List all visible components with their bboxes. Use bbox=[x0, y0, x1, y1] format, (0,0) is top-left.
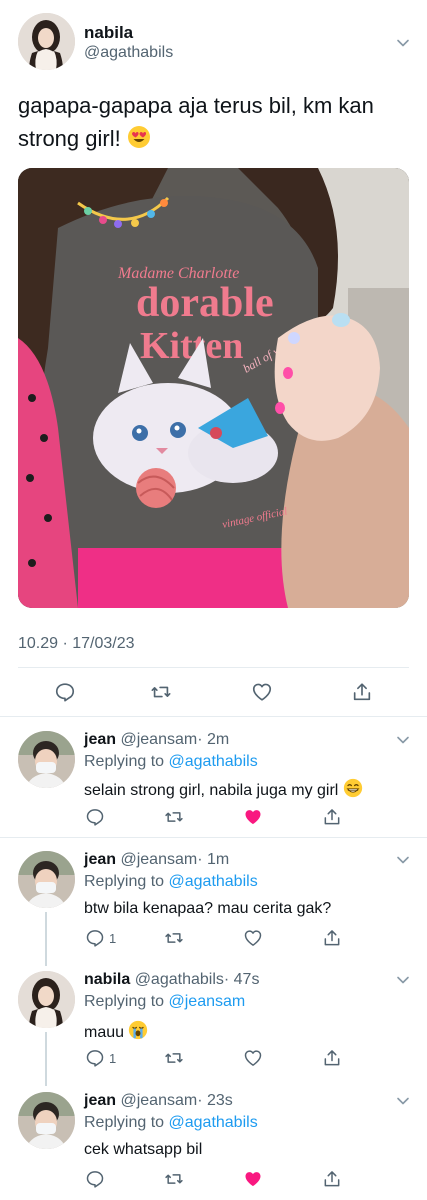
tweet-text-body: gapapa-gapapa aja terus bil, km kan stro… bbox=[18, 93, 374, 151]
timestamp-divider bbox=[18, 667, 409, 668]
reply-time[interactable]: · 2m bbox=[197, 731, 229, 748]
like-icon[interactable] bbox=[242, 1047, 264, 1069]
reply-divider bbox=[0, 837, 427, 838]
thread-line bbox=[45, 1032, 47, 1086]
retweet-icon[interactable] bbox=[150, 681, 172, 703]
reply-text: mauu bbox=[84, 1020, 148, 1045]
share-icon[interactable] bbox=[321, 806, 343, 828]
like-icon-filled[interactable] bbox=[242, 806, 264, 828]
reply-author-name[interactable]: jean bbox=[84, 851, 116, 868]
reply-header: jean @jeansam· 2m bbox=[84, 731, 229, 749]
reply-header: nabila @agathabils· 47s bbox=[84, 971, 259, 989]
reply-time[interactable]: · 23s bbox=[197, 1092, 233, 1109]
author-handle[interactable]: @agathabils bbox=[84, 44, 173, 62]
reply-author-handle[interactable]: @agathabils bbox=[135, 971, 224, 988]
grin-emoji bbox=[343, 778, 363, 803]
reply-count: 1 bbox=[109, 931, 117, 946]
share-icon[interactable] bbox=[321, 1168, 343, 1190]
reply-time[interactable]: · 1m bbox=[197, 851, 229, 868]
reply-count: 1 bbox=[109, 1051, 117, 1066]
reply-text: selain strong girl, nabila juga my girl bbox=[84, 778, 363, 803]
avatar[interactable] bbox=[18, 851, 75, 908]
photo-illustration: Madame Charlotte dorable Kitten ball of … bbox=[18, 168, 409, 608]
like-icon[interactable] bbox=[242, 927, 264, 949]
tweet-timestamp[interactable]: 10.29 · 17/03/23 bbox=[18, 635, 135, 653]
tweet-text: gapapa-gapapa aja terus bil, km kan stro… bbox=[18, 89, 408, 158]
replying-to-handle[interactable]: @agathabils bbox=[169, 753, 258, 770]
reply-text: btw bila kenapaa? mau cerita gak? bbox=[84, 900, 332, 917]
like-icon[interactable] bbox=[251, 681, 273, 703]
main-divider bbox=[0, 716, 427, 717]
replying-to-prefix: Replying to bbox=[84, 873, 165, 890]
reply-text-body: selain strong girl, nabila juga my girl bbox=[84, 782, 339, 799]
loudly-crying-emoji bbox=[128, 1020, 148, 1045]
replying-to: Replying to @agathabils bbox=[84, 753, 258, 771]
replying-to-prefix: Replying to bbox=[84, 1114, 165, 1131]
heart-eyes-emoji bbox=[127, 125, 151, 158]
author-name[interactable]: nabila bbox=[84, 23, 133, 43]
reply-text-body: mauu bbox=[84, 1024, 125, 1041]
avatar[interactable] bbox=[18, 13, 75, 70]
chevron-down-icon[interactable] bbox=[396, 733, 410, 747]
reply-author-name[interactable]: nabila bbox=[84, 971, 130, 988]
reply-icon[interactable] bbox=[84, 1047, 106, 1069]
reply-icon[interactable] bbox=[84, 806, 106, 828]
retweet-icon[interactable] bbox=[163, 1168, 185, 1190]
chevron-down-icon[interactable] bbox=[396, 1094, 410, 1108]
thread-line bbox=[45, 912, 47, 966]
retweet-icon[interactable] bbox=[163, 927, 185, 949]
replying-to-handle[interactable]: @jeansam bbox=[169, 993, 246, 1010]
replying-to-prefix: Replying to bbox=[84, 753, 165, 770]
share-icon[interactable] bbox=[321, 927, 343, 949]
avatar[interactable] bbox=[18, 731, 75, 788]
reply-author-name[interactable]: jean bbox=[84, 731, 116, 748]
avatar[interactable] bbox=[18, 971, 75, 1028]
photo-text-adorable: dorable bbox=[136, 280, 274, 326]
replying-to-handle[interactable]: @agathabils bbox=[169, 873, 258, 890]
reply-text: cek whatsapp bil bbox=[84, 1141, 203, 1158]
chevron-down-icon[interactable] bbox=[396, 853, 410, 867]
like-icon-filled[interactable] bbox=[242, 1168, 264, 1190]
avatar[interactable] bbox=[18, 1092, 75, 1149]
reply-time[interactable]: · 47s bbox=[224, 971, 260, 988]
retweet-icon[interactable] bbox=[163, 1047, 185, 1069]
reply-header: jean @jeansam· 1m bbox=[84, 851, 229, 869]
reply-author-name[interactable]: jean bbox=[84, 1092, 116, 1109]
replying-to: Replying to @jeansam bbox=[84, 993, 245, 1011]
reply-icon[interactable] bbox=[54, 681, 76, 703]
replying-to-handle[interactable]: @agathabils bbox=[169, 1114, 258, 1131]
replying-to: Replying to @agathabils bbox=[84, 1114, 258, 1132]
reply-header: jean @jeansam· 23s bbox=[84, 1092, 233, 1110]
replying-to: Replying to @agathabils bbox=[84, 873, 258, 891]
chevron-down-icon[interactable] bbox=[396, 36, 410, 50]
replying-to-prefix: Replying to bbox=[84, 993, 165, 1010]
retweet-icon[interactable] bbox=[163, 806, 185, 828]
share-icon[interactable] bbox=[321, 1047, 343, 1069]
reply-icon[interactable] bbox=[84, 927, 106, 949]
reply-author-handle[interactable]: @jeansam bbox=[120, 851, 197, 868]
tweet-photo[interactable]: Madame Charlotte dorable Kitten ball of … bbox=[18, 168, 409, 608]
reply-icon[interactable] bbox=[84, 1168, 106, 1190]
reply-author-handle[interactable]: @jeansam bbox=[120, 731, 197, 748]
reply-author-handle[interactable]: @jeansam bbox=[120, 1092, 197, 1109]
chevron-down-icon[interactable] bbox=[396, 973, 410, 987]
share-icon[interactable] bbox=[351, 681, 373, 703]
